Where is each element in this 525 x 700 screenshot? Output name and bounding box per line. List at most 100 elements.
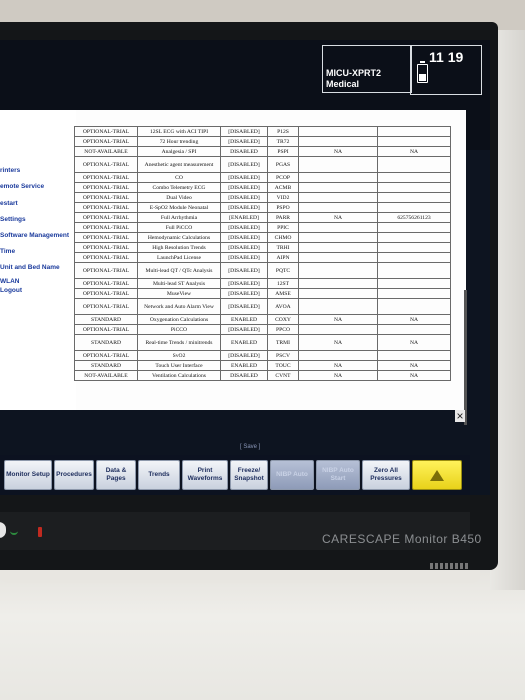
menu-item-logout[interactable]: Logout xyxy=(0,287,22,294)
value-cell: NA xyxy=(298,212,378,223)
table-scrollbar[interactable] xyxy=(464,290,467,425)
value-cell xyxy=(377,156,451,173)
value-cell xyxy=(377,288,451,299)
value-cell xyxy=(298,262,378,279)
status-cell: OPTIONAL-TRIAL xyxy=(74,202,138,213)
table-row: OPTIONAL-TRIAL Hemodynamic Calculations [D… xyxy=(74,232,451,243)
zero-all-pressures-button[interactable]: Zero All Pressures xyxy=(362,460,410,490)
code-cell: AVOA xyxy=(267,298,299,315)
value-cell xyxy=(377,172,451,183)
code-cell: TOUC xyxy=(267,360,299,371)
value-cell xyxy=(298,252,378,263)
table-row: OPTIONAL-TRIAL PiCCO [DISABLED] PPCO xyxy=(74,324,451,335)
save-button[interactable]: [ Save ] xyxy=(240,444,260,450)
alarm-silence-button[interactable] xyxy=(412,460,462,490)
value-cell xyxy=(377,324,451,335)
trends-button[interactable]: Trends xyxy=(138,460,180,490)
table-row: OPTIONAL-TRIAL 12SL ECG with ACI TIPI [DIS… xyxy=(74,126,451,137)
code-cell: TRMI xyxy=(267,334,299,351)
table-row: OPTIONAL-TRIAL MuseView [DISABLED] AMSE xyxy=(74,288,451,299)
value-cell: NA xyxy=(298,334,378,351)
code-cell: PSPI xyxy=(267,146,299,157)
monitor-setup-button[interactable]: Monitor Setup xyxy=(4,460,52,490)
close-icon[interactable]: × xyxy=(455,410,465,422)
procedures-button[interactable]: Procedures xyxy=(54,460,94,490)
code-cell: PSCV xyxy=(267,350,299,361)
menu-item-wlan[interactable]: WLAN xyxy=(0,278,20,285)
menu-item-restart[interactable]: estart xyxy=(0,200,18,207)
clock-time: 11 19 xyxy=(429,49,464,65)
menu-item-software-management[interactable]: Software Management xyxy=(0,232,69,239)
table-row: OPTIONAL-TRIAL Full PiCCO [DISABLED] PPIC xyxy=(74,222,451,233)
status-cell: STANDARD xyxy=(74,334,138,351)
freeze-snapshot-button[interactable]: Freeze/ Snapshot xyxy=(230,460,268,490)
menu-item-settings[interactable]: Settings xyxy=(0,216,26,223)
value-cell xyxy=(377,252,451,263)
value-cell xyxy=(377,136,451,147)
value-cell xyxy=(298,202,378,213)
menu-item-time[interactable]: Time xyxy=(0,248,15,255)
table-row: OPTIONAL-TRIAL SvO2 [DISABLED] PSCV xyxy=(74,350,451,361)
state-cell: [DISABLED] xyxy=(220,136,268,147)
speaker-grille xyxy=(430,563,470,569)
menu-item-unit-and-bed-name[interactable]: Unit and Bed Name xyxy=(0,264,60,271)
data-pages-button[interactable]: Data & Pages xyxy=(96,460,136,490)
menu-item-printers[interactable]: rinters xyxy=(0,167,20,174)
status-cell: OPTIONAL-TRIAL xyxy=(74,212,138,223)
state-cell: [DISABLED] xyxy=(220,262,268,279)
table-row: STANDARD Oxygenation Calculations ENABLED C… xyxy=(74,314,451,325)
table-row: NOT-AVAILABLE Analgesia / SPI DISABLED PSPI… xyxy=(74,146,451,157)
value-cell xyxy=(298,182,378,193)
code-cell: PSPO xyxy=(267,202,299,213)
feature-cell: MuseView xyxy=(137,288,221,299)
battery-indicator-icon xyxy=(38,527,42,537)
value-cell xyxy=(377,242,451,253)
print-waveforms-button[interactable]: Print Waveforms xyxy=(182,460,228,490)
unit-bed-box[interactable]: MICU-XPRT2 Medical xyxy=(322,45,412,93)
value-cell xyxy=(298,156,378,173)
code-cell: PPCO xyxy=(267,324,299,335)
feature-cell: Touch User Interface xyxy=(137,360,221,371)
state-cell: [DISABLED] xyxy=(220,202,268,213)
code-cell: 12ST xyxy=(267,278,299,289)
feature-cell: Anesthetic agent measurement xyxy=(137,156,221,173)
value-cell: NA xyxy=(377,314,451,325)
state-cell: [DISABLED] xyxy=(220,172,268,183)
value-cell xyxy=(298,242,378,253)
value-cell xyxy=(298,126,378,137)
state-cell: [DISABLED] xyxy=(220,242,268,253)
battery-icon xyxy=(417,61,428,83)
feature-cell: Oxygenation Calculations xyxy=(137,314,221,325)
state-cell: [DISABLED] xyxy=(220,232,268,243)
feature-cell: Full Arrhythmia xyxy=(137,212,221,223)
table-row: OPTIONAL-TRIAL Multi-lead ST Analysis [DIS… xyxy=(74,278,451,289)
value-cell: NA xyxy=(377,360,451,371)
state-cell: [DISABLED] xyxy=(220,126,268,137)
value-cell: NA xyxy=(298,314,378,325)
code-cell: ACMB xyxy=(267,182,299,193)
table-row: OPTIONAL-TRIAL Multi-lead QT / QTc Analys… xyxy=(74,262,451,279)
nibp-auto-start-button[interactable]: NIBP Auto Start xyxy=(316,460,360,490)
clock-box: 11 19 xyxy=(410,45,482,95)
code-cell: P12S xyxy=(267,126,299,137)
status-cell: OPTIONAL-TRIAL xyxy=(74,324,138,335)
value-cell xyxy=(298,298,378,315)
table-row: NOT-AVAILABLE Ventilation Calculations DIS… xyxy=(74,370,451,381)
value-cell xyxy=(298,324,378,335)
state-cell: ENABLED xyxy=(220,360,268,371)
code-cell: CHMO xyxy=(267,232,299,243)
feature-cell: SvO2 xyxy=(137,350,221,361)
value-cell xyxy=(298,232,378,243)
feature-cell: 12SL ECG with ACI TIPI xyxy=(137,126,221,137)
status-cell: OPTIONAL-TRIAL xyxy=(74,350,138,361)
status-cell: OPTIONAL-TRIAL xyxy=(74,222,138,233)
feature-cell: Full PiCCO xyxy=(137,222,221,233)
state-cell: [DISABLED] xyxy=(220,222,268,233)
state-cell: DISABLED xyxy=(220,370,268,381)
menu-item-remote-service[interactable]: emote Service xyxy=(0,183,44,190)
feature-cell: CO xyxy=(137,172,221,183)
table-row: STANDARD Touch User Interface ENABLED TOUC N… xyxy=(74,360,451,371)
nibp-auto-button[interactable]: NIBP Auto xyxy=(270,460,314,490)
state-cell: DISABLED xyxy=(220,146,268,157)
table-row: OPTIONAL-TRIAL LaunchPad License [DISABLED… xyxy=(74,252,451,263)
